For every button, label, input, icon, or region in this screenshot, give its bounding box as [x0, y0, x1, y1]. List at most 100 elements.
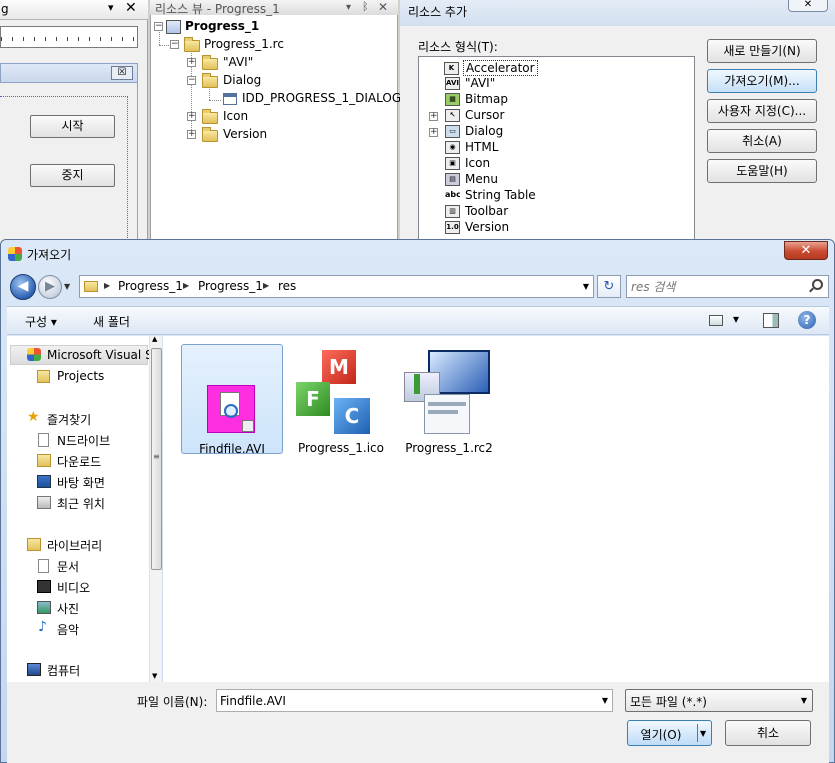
nav-item-documents[interactable]: 문서 — [57, 558, 79, 575]
forward-button[interactable]: ▶ — [38, 275, 62, 299]
close-icon[interactable]: ✕ — [378, 0, 388, 14]
help-icon[interactable]: ? — [798, 311, 816, 329]
file-name: Progress_1.ico — [298, 441, 384, 455]
filetype-select[interactable]: 모든 파일 (*.*) ▼ — [625, 689, 813, 712]
nav-item-ndrive[interactable]: N드라이브 — [57, 432, 110, 449]
filename-input[interactable] — [220, 692, 590, 709]
resource-type-item[interactable]: ▣ Icon — [445, 156, 490, 172]
tree-item-dialog[interactable]: Dialog — [223, 73, 261, 87]
scroll-down-icon[interactable]: ▼ — [152, 672, 157, 680]
nav-item-recent[interactable]: 최근 위치 — [57, 495, 105, 512]
icon-resource-icon: ▣ — [445, 157, 460, 170]
scroll-thumb[interactable]: ≡ — [151, 348, 162, 570]
tree-root[interactable]: Progress_1 — [185, 19, 259, 33]
cancel-button[interactable]: 취소 — [725, 720, 811, 746]
file-item[interactable]: Findfile.AVI — [181, 344, 283, 456]
resource-type-item[interactable]: abc String Table — [445, 188, 536, 204]
dropdown-icon[interactable]: ▾ — [346, 2, 351, 13]
resource-type-item[interactable]: ▦ Bitmap — [445, 92, 508, 108]
string-table-icon: abc — [445, 190, 460, 199]
nav-favorites-header[interactable]: 즐겨찾기 — [47, 411, 91, 428]
resource-type-item[interactable]: AVI "AVI" — [445, 76, 495, 92]
tree-item-dialog-id[interactable]: IDD_PROGRESS_1_DIALOG — [242, 91, 401, 105]
help-button[interactable]: 도움말(H) — [707, 159, 817, 183]
nav-item-projects[interactable]: Projects — [57, 369, 104, 383]
filetype-dropdown-icon[interactable]: ▼ — [801, 696, 807, 705]
chevron-right-icon[interactable]: ▶ — [263, 281, 269, 290]
project-icon — [166, 20, 181, 34]
nav-scrollbar[interactable]: ▲ ≡ ▼ — [149, 335, 162, 682]
pin-icon[interactable]: ▾ — [108, 1, 114, 14]
dialog-icon: ▭ — [445, 125, 460, 138]
close-button[interactable]: ✕ — [784, 241, 828, 260]
tree-item-icon[interactable]: Icon — [223, 109, 248, 123]
tree-item-avi[interactable]: "AVI" — [223, 55, 253, 69]
folder-icon — [202, 109, 218, 124]
nav-item-music[interactable]: 음악 — [57, 621, 79, 638]
search-icon[interactable] — [812, 279, 823, 290]
address-bar[interactable]: ▶ Progress_1 ▶ Progress_1 ▶ res ▼ — [79, 275, 594, 298]
file-item[interactable]: Progress_1.rc2 — [398, 344, 500, 455]
resource-type-item[interactable]: ▭ Dialog — [445, 124, 503, 140]
scroll-up-icon[interactable]: ▲ — [152, 335, 157, 343]
chevron-right-icon[interactable]: ▶ — [104, 281, 110, 290]
tree-item-version[interactable]: Version — [223, 127, 267, 141]
close-icon[interactable]: ✕ — [788, 0, 828, 12]
avi-icon: AVI — [445, 77, 460, 90]
nav-item-pictures[interactable]: 사진 — [57, 600, 79, 617]
search-box[interactable] — [626, 275, 829, 298]
resource-type-item[interactable]: ▤ Menu — [445, 172, 498, 188]
html-icon: ◉ — [445, 141, 460, 154]
start-button[interactable]: 시작 — [30, 115, 115, 138]
preview-pane-icon[interactable] — [763, 313, 779, 328]
close-icon[interactable]: ✕ — [125, 0, 137, 16]
organize-button[interactable]: 구성 ▾ — [25, 313, 57, 330]
breadcrumb-item[interactable]: Progress_1 — [198, 279, 263, 293]
filename-dropdown-icon[interactable]: ▼ — [602, 696, 608, 705]
resource-type-item[interactable]: ▥ Toolbar — [445, 204, 508, 220]
filename-combobox[interactable]: ▼ — [216, 689, 613, 712]
file-item[interactable]: M F C Progress_1.ico — [290, 344, 392, 455]
cursor-icon: ↖ — [445, 109, 460, 122]
custom-button[interactable]: 사용자 지정(C)... — [707, 99, 817, 123]
back-button[interactable]: ◀ — [10, 274, 36, 300]
recent-pages-dropdown[interactable]: ▼ — [64, 282, 70, 291]
stop-button[interactable]: 중지 — [30, 164, 115, 187]
new-button[interactable]: 새로 만들기(N) — [707, 39, 817, 63]
visual-studio-icon — [27, 348, 41, 361]
left-panel-title: g — [1, 2, 9, 16]
open-button[interactable]: 열기(O) ▼ — [627, 720, 712, 746]
folder-icon — [202, 55, 218, 70]
pin-icon[interactable]: ᛒ — [362, 0, 369, 13]
nav-item-desktop[interactable]: 바탕 화면 — [57, 474, 105, 491]
library-icon — [27, 538, 41, 551]
nav-item-videos[interactable]: 비디오 — [57, 579, 90, 596]
resource-type-item[interactable]: 1.0 Version — [445, 220, 509, 236]
views-dropdown-icon[interactable]: ▾ — [733, 312, 739, 326]
open-options-dropdown-icon[interactable]: ▼ — [700, 729, 706, 738]
star-icon: ★ — [27, 409, 40, 425]
nav-item-downloads[interactable]: 다운로드 — [57, 453, 101, 470]
resource-type-list[interactable]: + + K Accelerator AVI "AVI" ▦ Bitmap ↖ Curso… — [418, 56, 695, 248]
nav-libraries-header[interactable]: 라이브러리 — [47, 537, 102, 554]
nav-item-visual-studio[interactable]: Microsoft Visual S — [47, 348, 153, 362]
breadcrumb-item[interactable]: res — [278, 279, 296, 293]
resource-type-item[interactable]: ◉ HTML — [445, 140, 498, 156]
cancel-button[interactable]: 취소(A) — [707, 129, 817, 153]
breadcrumb-item[interactable]: Progress_1 — [118, 279, 183, 293]
address-dropdown-icon[interactable]: ▼ — [583, 282, 589, 291]
resource-type-item[interactable]: ↖ Cursor — [445, 108, 504, 124]
tree-item-rc[interactable]: Progress_1.rc — [204, 37, 284, 51]
file-list[interactable]: Findfile.AVI M F C Progress_1.ico Progre… — [163, 336, 829, 682]
app-icon — [8, 247, 22, 261]
search-input[interactable] — [631, 278, 801, 295]
views-icon[interactable] — [709, 315, 723, 326]
refresh-button[interactable]: ↻ — [597, 275, 621, 298]
filename-label: 파일 이름(N): — [137, 695, 208, 709]
resource-type-item[interactable]: K Accelerator — [444, 60, 538, 76]
nav-item-computer[interactable]: 컴퓨터 — [47, 662, 80, 679]
import-button[interactable]: 가져오기(M)... — [707, 69, 817, 93]
new-folder-button[interactable]: 새 폴더 — [93, 313, 130, 330]
dialog-preview-titlebar: ☒ — [0, 63, 138, 83]
chevron-right-icon[interactable]: ▶ — [183, 281, 189, 290]
